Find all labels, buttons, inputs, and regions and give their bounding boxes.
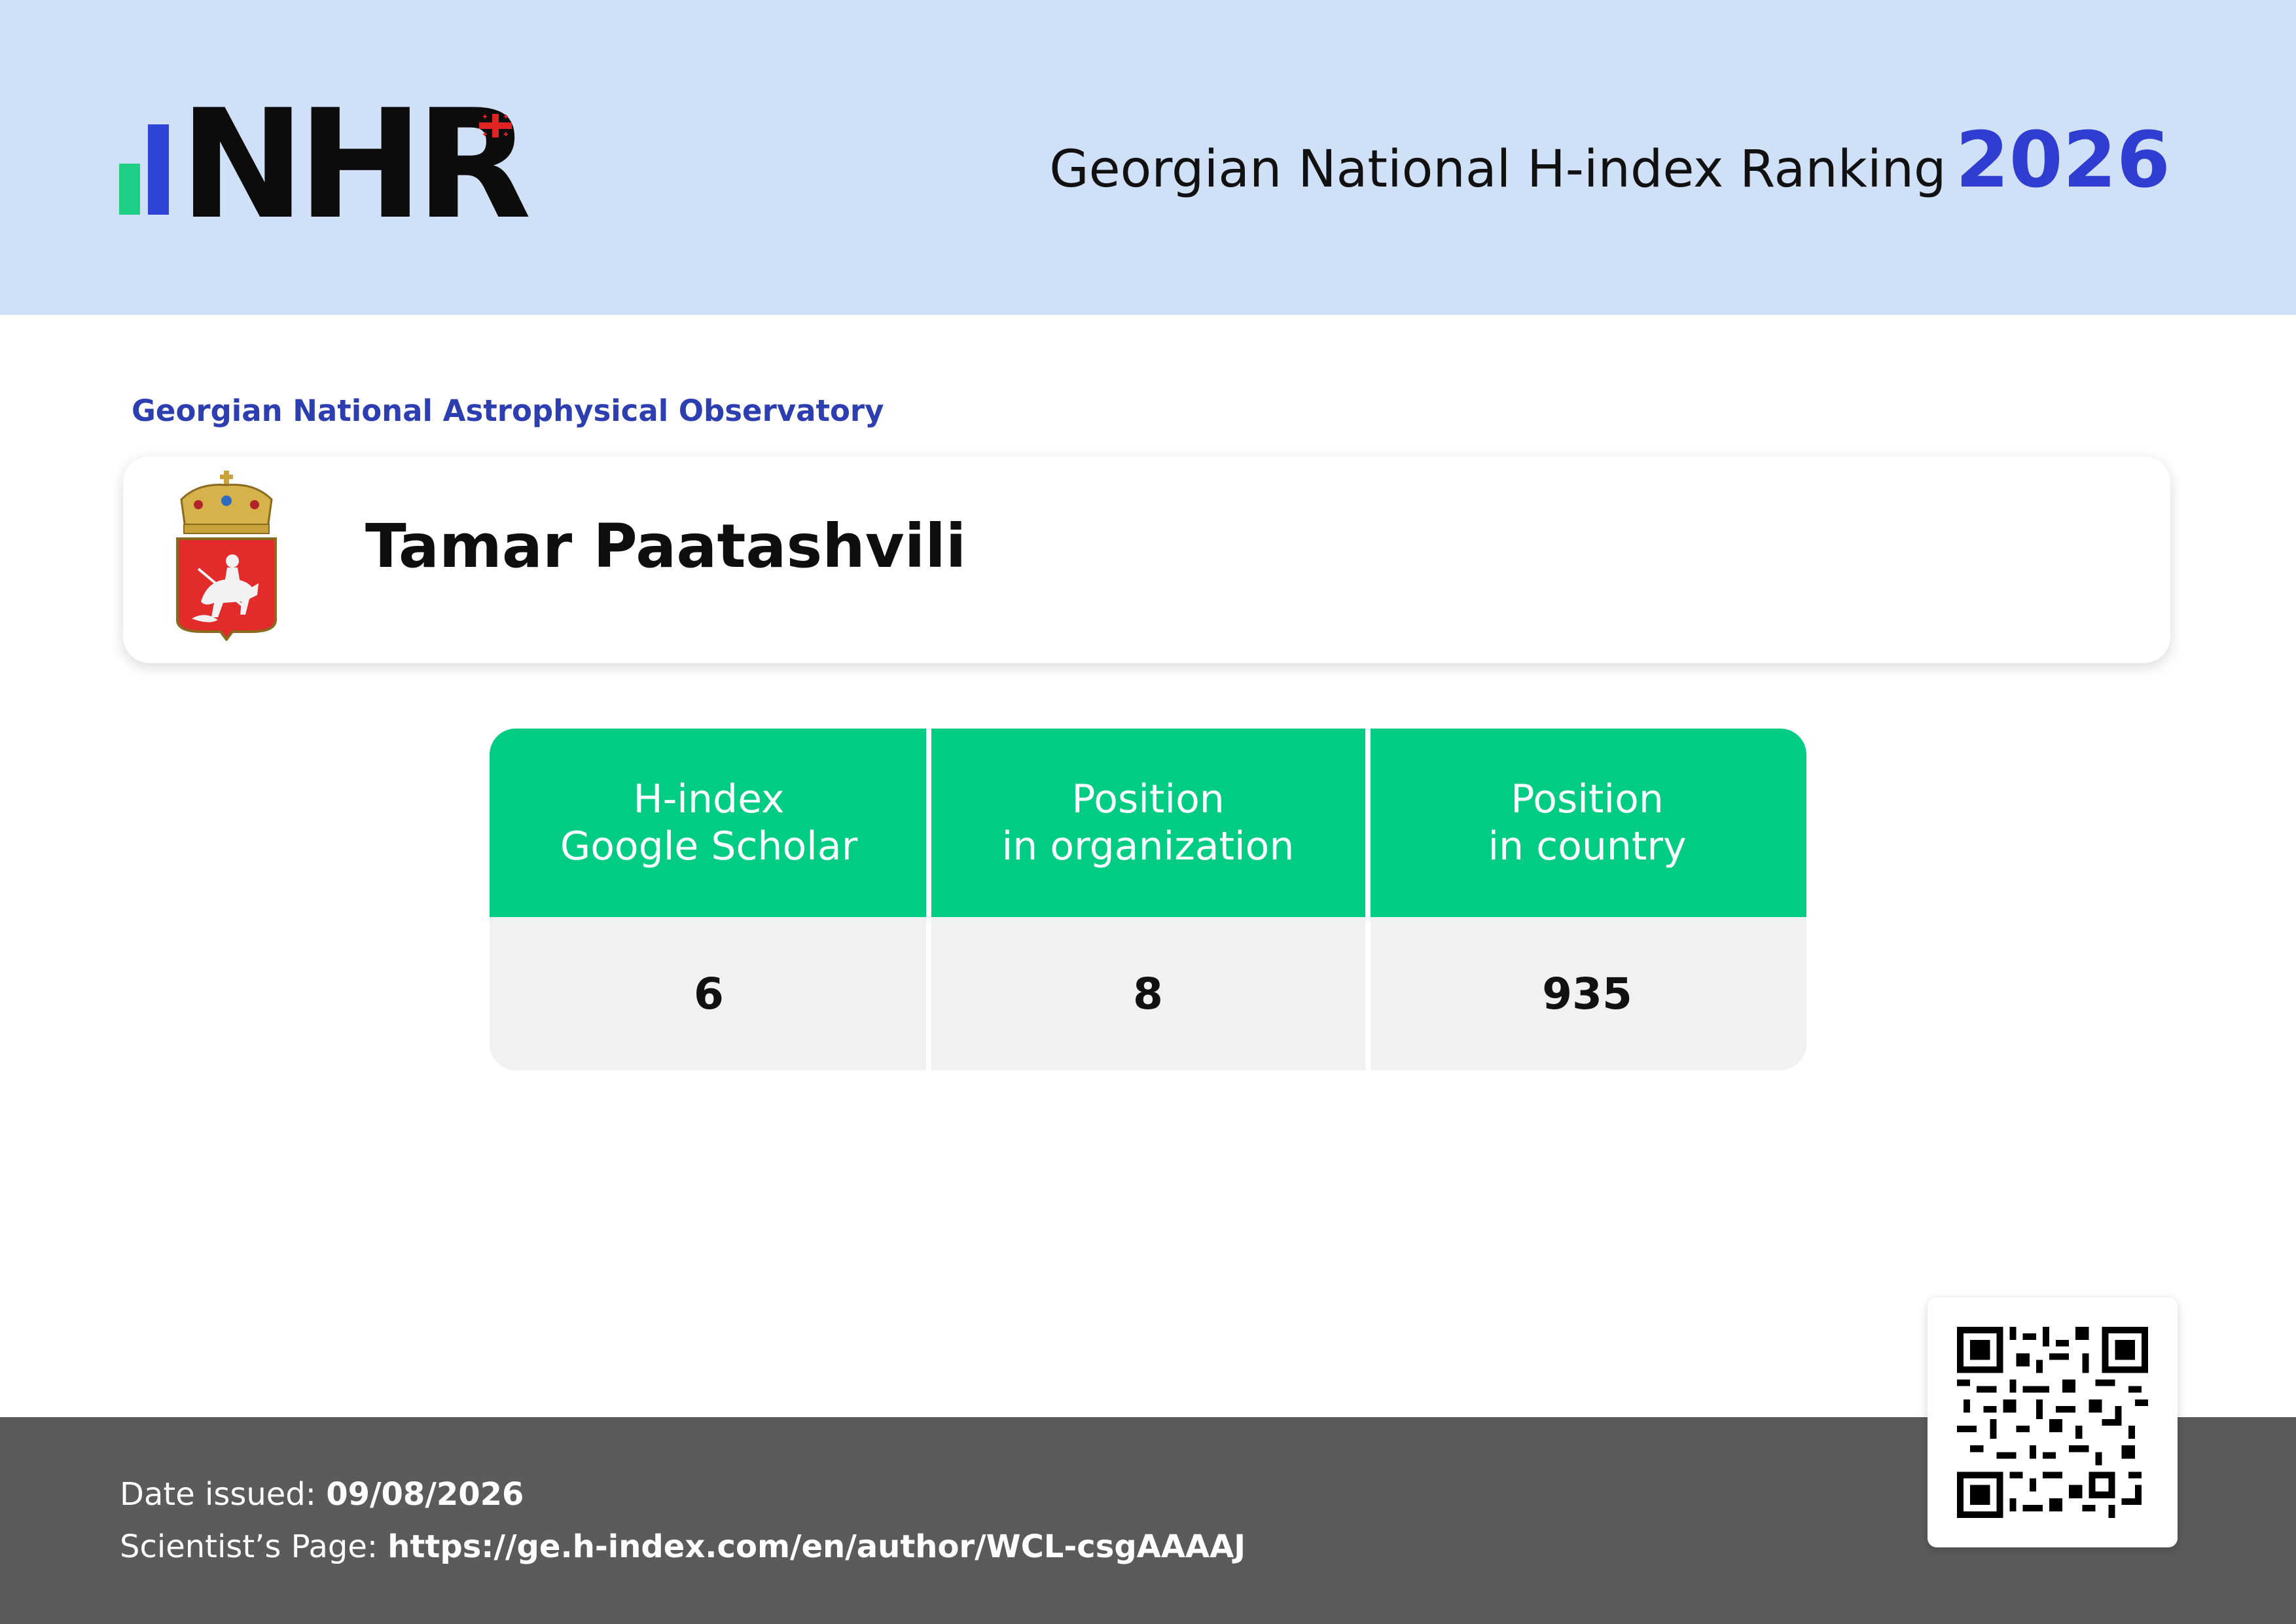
stat-header-line1: Position: [1071, 776, 1225, 822]
column-divider: [1365, 729, 1371, 1070]
date-issued-line: Date issued: 09/08/2026: [120, 1476, 524, 1513]
stat-header-line1: Position: [1511, 776, 1664, 822]
date-issued-value: 09/08/2026: [326, 1476, 524, 1513]
ranking-year: 2026: [1955, 115, 2170, 205]
stat-header-line2: in country: [1488, 823, 1687, 869]
qr-code-icon: [1957, 1327, 2148, 1518]
stats-table: H-index Google Scholar 6 Position in org…: [490, 729, 1806, 1070]
stat-header: Position in country: [1368, 729, 1806, 917]
stat-column-country-position: Position in country 935: [1368, 729, 1806, 1070]
stat-header-line2: Google Scholar: [560, 823, 858, 869]
ranking-title: Georgian National H-index Ranking 2026: [1049, 115, 2170, 205]
logo-text: NHR: [179, 78, 531, 253]
scientist-page-label: Scientist’s Page:: [120, 1528, 378, 1565]
stat-value-country-position: 935: [1542, 968, 1632, 1019]
scientist-page-line: Scientist’s Page: https://ge.h-index.com…: [120, 1528, 1246, 1565]
georgia-coat-of-arms-icon: [176, 471, 277, 641]
stat-header-line1: H-index: [633, 776, 785, 822]
georgian-flag-icon: [479, 114, 512, 137]
header-banner: NHR Georgian National H-index Ranking 202…: [0, 0, 2296, 315]
scientist-name: Tamar Paatashvili: [365, 511, 967, 581]
date-issued-label: Date issued:: [120, 1476, 316, 1513]
qr-code-card[interactable]: [1928, 1297, 2178, 1547]
scientist-card: Tamar Paatashvili: [123, 456, 2170, 663]
scientist-page-link[interactable]: https://ge.h-index.com/en/author/WCL-csg…: [387, 1528, 1246, 1565]
nhr-logo: NHR: [119, 78, 531, 253]
stat-column-org-position: Position in organization 8: [929, 729, 1367, 1070]
stat-header: Position in organization: [929, 729, 1367, 917]
stat-header: H-index Google Scholar: [490, 729, 928, 917]
ranking-title-text: Georgian National H-index Ranking: [1049, 140, 1946, 199]
logo-bar-green: [119, 164, 140, 215]
organization-name: Georgian National Astrophysical Observat…: [132, 393, 884, 428]
stat-header-line2: in organization: [1001, 823, 1295, 869]
stat-value-org-position: 8: [1133, 968, 1163, 1019]
column-divider: [926, 729, 931, 1070]
logo-bar-blue: [148, 124, 169, 215]
stat-value-hindex: 6: [694, 968, 724, 1019]
stat-column-hindex: H-index Google Scholar 6: [490, 729, 928, 1070]
